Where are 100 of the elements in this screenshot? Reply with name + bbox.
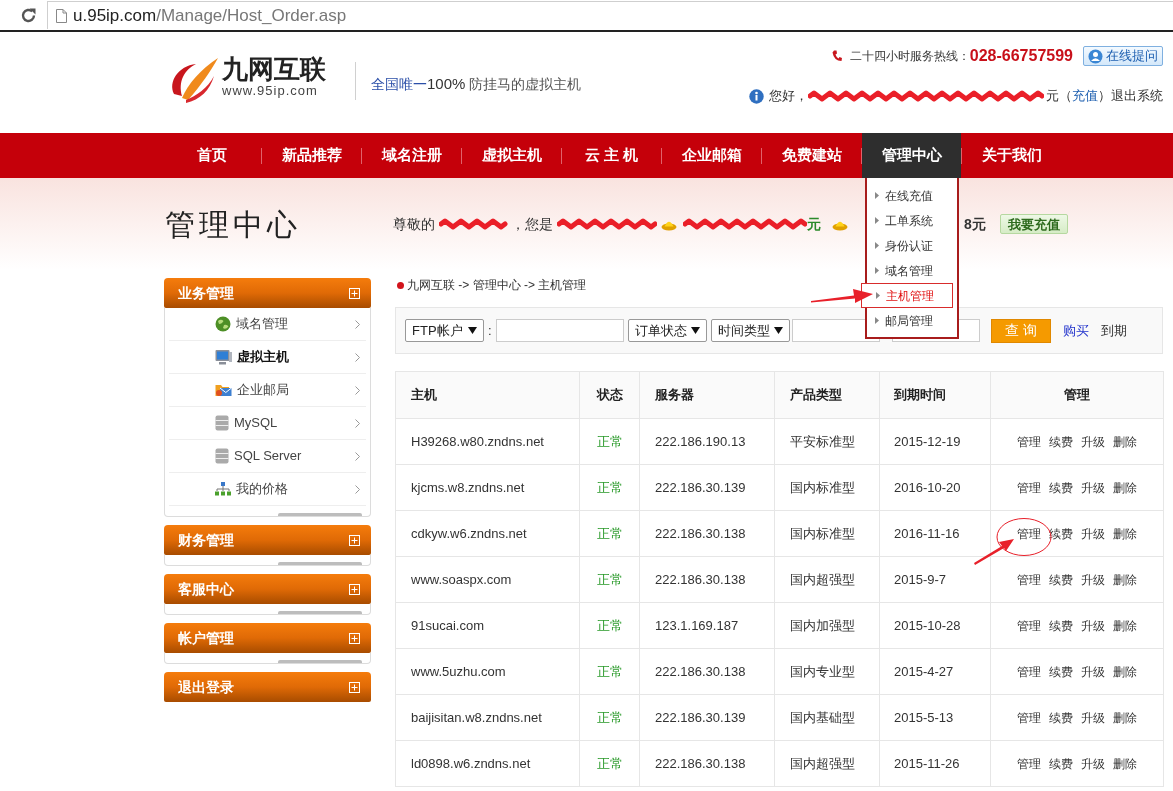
- action-link[interactable]: 升级: [1081, 524, 1105, 543]
- chevron-right-icon: [355, 418, 360, 428]
- dropdown-item[interactable]: 工单系统: [867, 208, 957, 233]
- reload-icon[interactable]: [20, 6, 37, 24]
- column-header: 到期时间: [879, 371, 991, 419]
- phone-icon: [831, 50, 842, 62]
- table-cell: 正常: [579, 464, 640, 511]
- separator-text: :: [488, 321, 492, 340]
- nav-link[interactable]: 域名注册: [362, 133, 461, 178]
- action-link[interactable]: 升级: [1081, 432, 1105, 451]
- buy-link[interactable]: 购买: [1062, 320, 1089, 341]
- action-link[interactable]: 续费: [1049, 708, 1073, 727]
- nav-link[interactable]: 管理中心: [862, 133, 961, 178]
- dropdown-item[interactable]: 身份认证: [867, 233, 957, 258]
- sidebar-item[interactable]: 企业邮局: [169, 374, 366, 407]
- expand-icon: [349, 287, 360, 299]
- person-icon: [1088, 48, 1103, 64]
- database-icon: [215, 415, 229, 431]
- expiry-link[interactable]: 到期: [1100, 320, 1127, 341]
- table-cell: 国内基础型: [774, 694, 880, 741]
- table-cell: 正常: [579, 556, 640, 603]
- sidebar-item[interactable]: MySQL: [169, 407, 366, 440]
- globe-icon: [215, 316, 231, 332]
- action-link[interactable]: 续费: [1049, 432, 1073, 451]
- nav-link[interactable]: 新品推荐: [262, 133, 361, 178]
- table-cell: 正常: [579, 418, 640, 465]
- column-header: 管理: [990, 371, 1164, 419]
- action-link[interactable]: 管理: [1017, 432, 1041, 451]
- action-link[interactable]: 删除: [1113, 616, 1137, 635]
- sidebar-item[interactable]: 我的价格: [169, 473, 366, 506]
- sidebar-item[interactable]: SQL Server: [169, 440, 366, 473]
- action-link[interactable]: 续费: [1049, 616, 1073, 635]
- dropdown-item[interactable]: 域名管理: [867, 258, 957, 283]
- dropdown-select[interactable]: 订单状态: [627, 319, 707, 342]
- action-link[interactable]: 删除: [1113, 524, 1137, 543]
- chevron-right-icon: [355, 484, 360, 494]
- text-input[interactable]: [495, 319, 624, 342]
- action-link[interactable]: 删除: [1113, 570, 1137, 589]
- greeting-text: 您好，: [769, 87, 808, 106]
- table-cell: 222.186.30.139: [639, 694, 775, 741]
- action-link[interactable]: 升级: [1081, 570, 1105, 589]
- paren-text: ）: [1098, 87, 1111, 106]
- action-link[interactable]: 管理: [1017, 662, 1041, 681]
- table-cell: 222.186.30.138: [639, 556, 775, 603]
- action-link[interactable]: 删除: [1113, 708, 1137, 727]
- table-cell: cdkyw.w6.zndns.net: [395, 510, 580, 557]
- redaction-mark: [439, 218, 509, 230]
- table-cell: 222.186.30.138: [639, 648, 775, 695]
- dot-icon: [397, 281, 404, 289]
- action-link[interactable]: 续费: [1049, 754, 1073, 773]
- table-cell: ld0898.w6.zndns.net: [395, 740, 580, 787]
- action-link[interactable]: 管理: [1017, 616, 1041, 635]
- action-link[interactable]: 升级: [1081, 478, 1105, 497]
- dropdown-item[interactable]: 在线充值: [867, 183, 957, 208]
- nav-link[interactable]: 企业邮箱: [662, 133, 761, 178]
- action-link[interactable]: 续费: [1049, 570, 1073, 589]
- column-header: 产品类型: [774, 371, 880, 419]
- sidebar-item[interactable]: 虚拟主机: [169, 341, 366, 374]
- dropdown-item[interactable]: 主机管理: [861, 283, 953, 308]
- table-cell: 国内超强型: [774, 740, 880, 787]
- triangle-bullet-icon: [875, 267, 879, 274]
- logout-link[interactable]: 退出系统: [1111, 86, 1163, 106]
- action-link[interactable]: 管理: [1017, 754, 1041, 773]
- action-link[interactable]: 删除: [1113, 478, 1137, 497]
- table-cell: 2015-12-19: [879, 418, 991, 465]
- triangle-bullet-icon: [875, 192, 879, 199]
- action-link[interactable]: 删除: [1113, 754, 1137, 773]
- chevron-right-icon: [355, 451, 360, 461]
- action-link[interactable]: 管理: [1017, 708, 1041, 727]
- action-link[interactable]: 升级: [1081, 662, 1105, 681]
- action-link[interactable]: 续费: [1049, 662, 1073, 681]
- table-cell: 222.186.30.139: [639, 464, 775, 511]
- recharge-link[interactable]: 充值: [1072, 86, 1098, 106]
- address-field[interactable]: u.95ip.com/Manage/Host_Order.asp: [47, 1, 1173, 29]
- action-link[interactable]: 管理: [1017, 570, 1041, 589]
- expand-icon: [349, 681, 360, 693]
- nav-link[interactable]: 虚拟主机: [462, 133, 561, 178]
- action-link[interactable]: 续费: [1049, 478, 1073, 497]
- role-text: ，您是: [511, 214, 553, 234]
- dropdown-select[interactable]: FTP帐户: [405, 319, 484, 342]
- dropdown-item[interactable]: 邮局管理: [867, 308, 957, 333]
- chevron-right-icon: [355, 319, 360, 329]
- action-link[interactable]: 升级: [1081, 708, 1105, 727]
- nav-link[interactable]: 首页: [162, 133, 261, 178]
- table-cell: 国内标准型: [774, 510, 880, 557]
- table-cell: 平安标准型: [774, 418, 880, 465]
- action-link[interactable]: 删除: [1113, 662, 1137, 681]
- dropdown-select[interactable]: 时间类型: [710, 319, 790, 342]
- ask-button[interactable]: 在线提问: [1083, 46, 1163, 66]
- action-link[interactable]: 管理: [1017, 478, 1041, 497]
- table-cell: 222.186.30.138: [639, 740, 775, 787]
- sidebar-item[interactable]: 域名管理: [169, 308, 366, 341]
- action-link[interactable]: 升级: [1081, 754, 1105, 773]
- action-link[interactable]: 升级: [1081, 616, 1105, 635]
- nav-link[interactable]: 云 主 机: [562, 133, 661, 178]
- nav-link[interactable]: 免费建站: [762, 133, 861, 178]
- nav-link[interactable]: 关于我们: [962, 133, 1061, 178]
- action-link[interactable]: 删除: [1113, 432, 1137, 451]
- caret-icon: [773, 327, 783, 334]
- recharge-button[interactable]: 我要充值: [999, 214, 1068, 234]
